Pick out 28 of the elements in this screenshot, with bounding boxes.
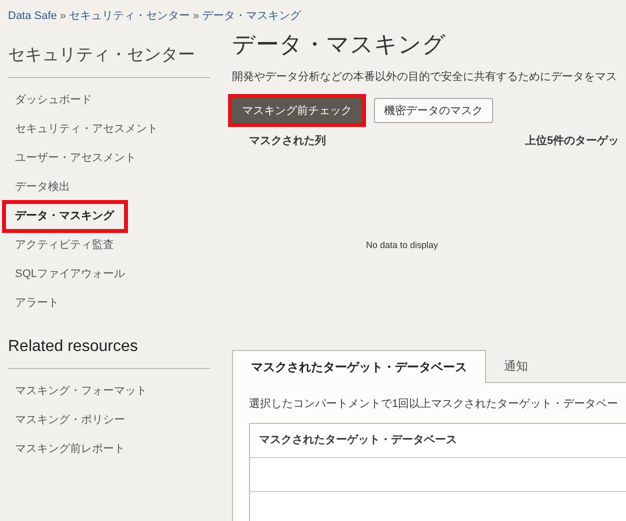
related-resource-link[interactable]: マスキング前レポート <box>8 435 125 464</box>
sidebar-item[interactable]: データ検出 <box>8 173 70 202</box>
page-description: 開発やデータ分析などの本番以外の目的で安全に共有するためにデータをマス <box>232 70 618 84</box>
breadcrumb-separator: » <box>60 10 66 22</box>
sidebar-item[interactable]: アクティビティ監査 <box>8 231 114 260</box>
sidebar-item[interactable]: SQLファイアウォール <box>8 260 126 289</box>
secondary-button[interactable]: 機密データのマスク <box>374 98 493 123</box>
tab[interactable]: マスクされたターゲット・データベース <box>232 350 486 383</box>
primary-button[interactable]: マスキング前チェック <box>232 98 362 123</box>
related-resources-title: Related resources <box>8 338 139 356</box>
sidebar-item[interactable]: ダッシュボード <box>8 86 92 115</box>
sidebar-item[interactable]: ユーザー・アセスメント <box>8 144 136 173</box>
empty-message: No data to display <box>364 240 440 250</box>
breadcrumb-link[interactable]: Data Safe <box>8 10 57 22</box>
sidebar-item[interactable]: セキュリティ・アセスメント <box>8 115 158 144</box>
breadcrumb-separator: » <box>193 10 200 22</box>
sidebar-item[interactable]: アラート <box>8 289 59 318</box>
related-resource-link[interactable]: マスキング・ポリシー <box>8 406 125 435</box>
summary-heading: マスクされた列 <box>249 134 327 148</box>
related-resource-link[interactable]: マスキング・フォーマット <box>8 377 147 406</box>
sidebar-item[interactable]: データ・マスキング <box>4 202 126 231</box>
breadcrumb-link[interactable]: データ・マスキング <box>202 8 302 23</box>
summary-heading: 上位5件のターゲッ <box>525 134 620 148</box>
sidebar-title: セキュリティ・センター <box>8 44 196 65</box>
tab-description: 選択したコンパートメントで1回以上マスクされたターゲット・データベー <box>249 397 620 411</box>
breadcrumb-link[interactable]: セキュリティ・センター <box>69 8 190 23</box>
page-title: データ・マスキング <box>232 30 447 59</box>
column-header: マスクされたターゲット・データベース <box>250 424 626 458</box>
